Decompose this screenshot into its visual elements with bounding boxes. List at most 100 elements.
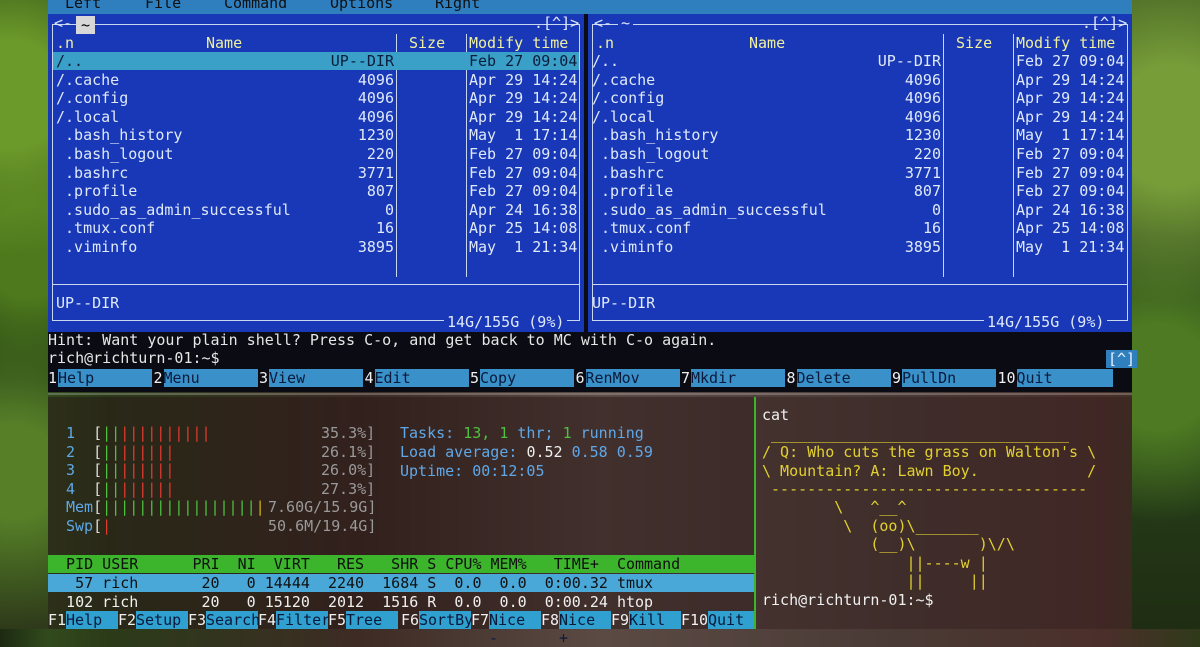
file-size: 16 [922,219,941,238]
process-row-selected[interactable]: 57 rich 20 0 14444 2240 1684 S 0.0 0.0 0… [48,574,754,592]
column-sort-indicator[interactable]: .n [56,34,74,52]
shell-prompt[interactable]: rich@richturn-01:~$ [762,591,934,609]
file-name[interactable]: .tmux.conf [592,219,691,237]
htop-f5-button[interactable]: F5 Tree [328,611,398,629]
cpu-percent: 26.1%] [321,442,376,461]
file-name[interactable]: .profile [56,182,137,200]
htop-pane[interactable]: 1 [|||||||||||| 35.3%] 2 [|||||||| 26.1%] 3 … [48,397,754,647]
file-size: 807 [913,182,941,201]
file-name[interactable]: /.config [56,89,128,107]
fkey-number: F7 [471,611,490,629]
meter-bracket: [ [75,424,103,442]
fkey-menu-button[interactable]: 2 Menu [154,369,258,387]
fkey-pulldn-button[interactable]: 9 PullDn [892,369,996,387]
htop-f4-button[interactable]: F4 Filter [258,611,330,629]
column-header-name[interactable]: Name [206,34,242,52]
column-header-modify[interactable]: Modify time [469,34,568,52]
fkey-label: SortBy [419,611,474,629]
file-name[interactable]: .viminfo [592,238,673,256]
column-header-size[interactable]: Size [409,34,445,52]
menu-file[interactable]: File [145,0,181,12]
file-name[interactable]: /.config [592,89,664,107]
fkey-number: F10 [681,611,709,629]
panel-corner-controls[interactable]: .[^]> [534,14,579,32]
file-modify-time: Apr 29 14:24 [1016,70,1125,89]
htop-f6-button[interactable]: F6 SortBy [401,611,474,629]
file-name[interactable]: /.. [56,52,83,70]
fkey-number: F5 [328,611,347,629]
file-size: 220 [366,145,394,163]
file-name[interactable]: .bashrc [56,164,128,182]
htop-f2-button[interactable]: F2 Setup [118,611,188,629]
right-file-panel[interactable]: <- ~ .[^]> .n Name Size Modify time /.. U… [588,14,1132,332]
file-name[interactable]: .bash_logout [592,145,709,163]
file-name[interactable]: .viminfo [56,238,137,256]
process-row[interactable]: 102 rich 20 0 15120 2012 1516 R 0.0 0.0 … [48,593,754,611]
file-name[interactable]: .bash_logout [56,145,173,163]
fkey-label: Quit [1016,369,1113,387]
column-sort-indicator[interactable]: .n [596,34,614,52]
htop-f3-button[interactable]: F3 Search [188,611,261,629]
left-file-panel[interactable]: <- ~ .[^]> .n Name Size Modify time /.. U… [48,14,584,332]
process-table-header[interactable]: PID USER PRI NI VIRT RES SHR S CPU% MEM%… [48,555,754,573]
htop-f7-button[interactable]: F7 Nice - [471,611,541,647]
prompt-corner-marker[interactable]: [^] [1106,350,1138,368]
file-name[interactable]: .tmux.conf [56,219,155,237]
column-header-name[interactable]: Name [749,34,785,52]
fkey-label: Nice + [559,611,611,647]
fkey-renmov-button[interactable]: 6 RenMov [576,369,680,387]
panel-path[interactable]: ~ [618,14,634,32]
file-name[interactable]: /.. [592,52,619,70]
file-name[interactable]: .bashrc [592,164,664,182]
cowsay-pane[interactable]: cat _________________________________ / … [756,397,1132,629]
cow-art-line-3: (__)\ )\/\ [762,535,1015,553]
file-name[interactable]: .sudo_as_admin_successful [592,201,827,219]
fkey-number: 3 [259,369,269,387]
file-modify-time: Apr 29 14:24 [469,107,578,126]
speech-bubble-line-2: \ Mountain? A: Lawn Boy. / [762,462,1097,480]
desktop-background-left [0,0,48,629]
fkey-number: F9 [611,611,630,629]
panel-nav-arrow[interactable]: <- [54,14,72,32]
htop-f9-button[interactable]: F9 Kill [611,611,681,629]
fkey-label: Search [206,611,261,629]
cow-art-line-4: ||----w | [762,554,988,572]
file-name[interactable]: .bash_history [56,126,182,144]
fkey-help-button[interactable]: 1 Help [48,369,152,387]
file-modify-time: Apr 25 14:08 [469,219,578,238]
fkey-copy-button[interactable]: 5 Copy [470,369,574,387]
htop-f8-button[interactable]: F8 Nice + [541,611,611,647]
file-name[interactable]: .bash_history [592,126,718,144]
cpu-bar: |||||||| [102,479,175,498]
file-name[interactable]: /.cache [56,71,119,89]
menu-left[interactable]: Left [65,0,101,12]
fkey-mkdir-button[interactable]: 7 Mkdir [681,369,785,387]
column-divider-size [396,34,397,277]
file-name[interactable]: .profile [592,182,673,200]
cow-art-line-5: || || [762,572,988,590]
panel-nav-arrow[interactable]: <- [594,14,612,32]
file-size: 3895 [357,238,394,256]
menu-options[interactable]: Options [330,0,393,12]
file-name[interactable]: /.local [592,108,655,126]
file-name[interactable]: /.local [56,108,119,126]
panel-path[interactable]: ~ [76,16,96,34]
htop-f1-button[interactable]: F1 Help [48,611,118,629]
menu-right[interactable]: Right [435,0,480,12]
column-header-modify[interactable]: Modify time [1016,34,1115,52]
tasks-summary: Tasks: 13, 1 thr; 1 running [400,424,644,442]
file-name[interactable]: /.cache [592,71,655,89]
cow-art-line-2: \ (oo)\_______ [762,517,979,535]
file-name[interactable]: .sudo_as_admin_successful [56,201,291,219]
panel-corner-controls[interactable]: .[^]> [1082,14,1127,32]
menu-command[interactable]: Command [224,0,287,12]
htop-f10-button[interactable]: F10 Quit [681,611,754,629]
fkey-view-button[interactable]: 3 View [259,369,363,387]
fkey-edit-button[interactable]: 4 Edit [365,369,469,387]
fkey-delete-button[interactable]: 8 Delete [787,369,891,387]
shell-prompt[interactable]: rich@richturn-01:~$ [48,349,220,367]
panel-status: UP--DIR [592,294,656,312]
fkey-label: Setup [136,611,188,629]
column-header-size[interactable]: Size [956,34,992,52]
fkey-quit-button[interactable]: 10 Quit [998,369,1113,387]
